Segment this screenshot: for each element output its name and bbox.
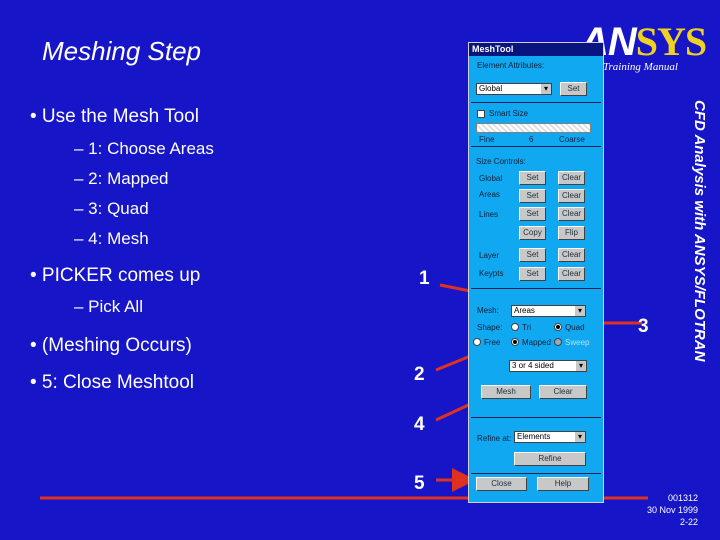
mesh-clear-button[interactable]: Clear bbox=[539, 385, 587, 399]
row-label: Lines bbox=[479, 210, 499, 219]
row-label: Areas bbox=[479, 190, 500, 199]
coarse-label: Coarse bbox=[559, 135, 585, 144]
size-slider[interactable] bbox=[476, 123, 591, 133]
lines-flip-button[interactable]: Flip bbox=[558, 226, 585, 240]
smart-size-label: Smart Size bbox=[489, 109, 529, 118]
callout-5: 5 bbox=[414, 473, 425, 494]
footer: 001312 30 Nov 1999 2-22 bbox=[640, 492, 698, 528]
smart-size-checkbox[interactable] bbox=[477, 110, 485, 118]
callout-arrows bbox=[40, 283, 648, 500]
keypts-clear-button[interactable]: Clear bbox=[558, 267, 585, 281]
mapped-label: Mapped bbox=[522, 338, 551, 347]
close-button[interactable]: Close bbox=[476, 477, 527, 491]
help-button[interactable]: Help bbox=[537, 477, 589, 491]
attributes-select[interactable]: Global bbox=[476, 83, 552, 95]
row-label: Layer bbox=[479, 251, 500, 260]
areas-clear-button[interactable]: Clear bbox=[558, 189, 585, 203]
lines-set-button[interactable]: Set bbox=[519, 207, 546, 221]
element-attributes-label: Element Attributes: bbox=[477, 61, 545, 70]
mesh-type-select[interactable]: Areas bbox=[511, 305, 586, 317]
shape-label: Shape: bbox=[477, 323, 503, 332]
window-title: MeshTool bbox=[469, 43, 603, 56]
global-clear-button[interactable]: Clear bbox=[558, 171, 585, 185]
areas-set-button[interactable]: Set bbox=[519, 189, 546, 203]
row-label: Keypts bbox=[479, 269, 504, 278]
free-radio[interactable] bbox=[473, 338, 481, 346]
layer-set-button[interactable]: Set bbox=[519, 248, 546, 262]
sweep-label: Sweep bbox=[565, 338, 590, 347]
quad-radio[interactable] bbox=[554, 323, 562, 331]
callout-4: 4 bbox=[414, 414, 425, 435]
footer-page: 2-22 bbox=[679, 517, 698, 527]
refine-button[interactable]: Refine bbox=[514, 452, 586, 466]
refine-select[interactable]: Elements bbox=[514, 431, 586, 443]
lines-copy-button[interactable]: Copy bbox=[519, 226, 546, 240]
free-label: Free bbox=[484, 338, 501, 347]
size-value: 6 bbox=[529, 135, 534, 144]
mesh-label: Mesh: bbox=[477, 306, 499, 315]
refine-at-label: Refine at: bbox=[477, 434, 512, 443]
global-set-button[interactable]: Set bbox=[519, 171, 546, 185]
size-controls-label: Size Controls: bbox=[476, 157, 526, 166]
mesh-button[interactable]: Mesh bbox=[481, 385, 531, 399]
keypts-set-button[interactable]: Set bbox=[519, 267, 546, 281]
tri-radio[interactable] bbox=[511, 323, 519, 331]
tri-label: Tri bbox=[522, 323, 532, 332]
attributes-set-button[interactable]: Set bbox=[560, 82, 587, 96]
callout-2: 2 bbox=[414, 364, 425, 385]
quad-label: Quad bbox=[565, 323, 585, 332]
layer-clear-button[interactable]: Clear bbox=[558, 248, 585, 262]
footer-code: 001312 bbox=[667, 493, 698, 503]
footer-date: 30 Nov 1999 bbox=[646, 505, 698, 515]
callout-3: 3 bbox=[638, 316, 649, 337]
callout-1: 1 bbox=[419, 268, 430, 289]
lines-clear-button[interactable]: Clear bbox=[558, 207, 585, 221]
fine-label: Fine bbox=[479, 135, 495, 144]
sided-select[interactable]: 3 or 4 sided bbox=[509, 360, 587, 372]
row-label: Global bbox=[479, 174, 503, 183]
meshtool-window: MeshTool Element Attributes: Global Set … bbox=[468, 42, 604, 503]
sweep-radio[interactable] bbox=[554, 338, 562, 346]
mapped-radio[interactable] bbox=[511, 338, 519, 346]
